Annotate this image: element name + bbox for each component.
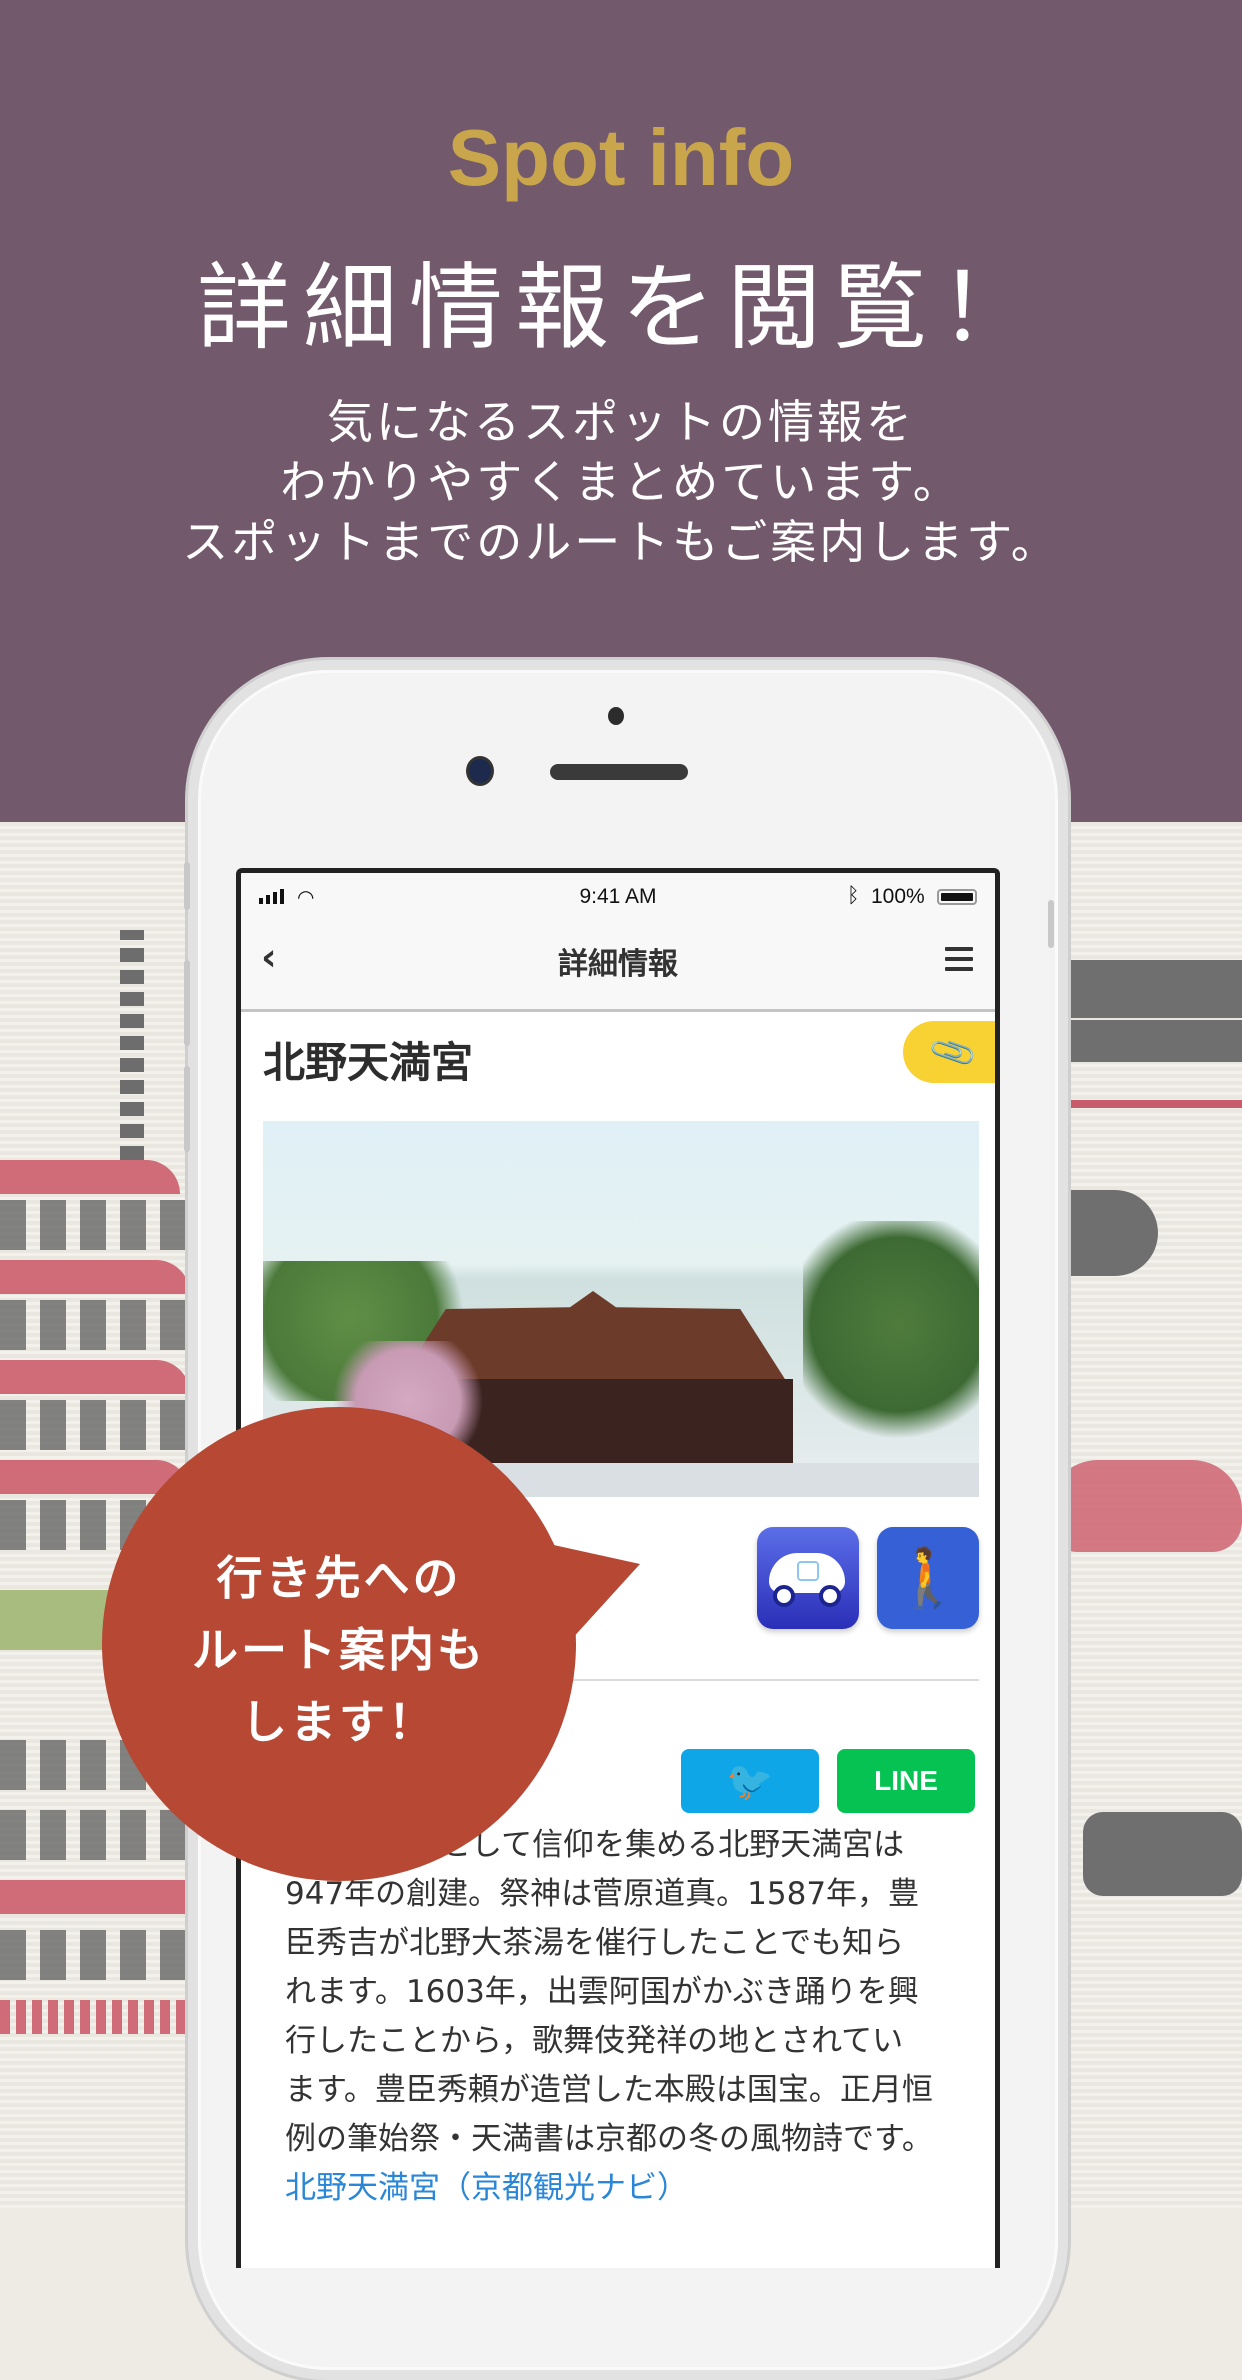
spot-description: 学問の神様として信仰を集める北野天満宮は 947年の創建。祭神は菅原道真。158…: [285, 1821, 975, 2213]
spot-name: 北野天満宮: [263, 1038, 474, 1087]
sweets-band-illustration: [1048, 960, 1242, 1018]
callout-text: 行き先への ルート案内も します！: [102, 1542, 576, 1758]
description-line: ます。豊臣秀頼が造営した本殿は国宝。正月恒: [285, 2072, 933, 2108]
battery-icon: [937, 889, 977, 905]
tin-illustration: [1083, 1812, 1242, 1896]
description-line: 行したことから，歌舞伎発祥の地とされてい: [285, 2023, 904, 2059]
pedestrian-icon: 🚶: [891, 1543, 965, 1612]
car-wheel: [819, 1585, 841, 1607]
callout-line: ルート案内も: [192, 1623, 486, 1677]
pagoda-spire-illustration: [120, 930, 144, 1160]
battery-percent: 100%: [871, 885, 925, 908]
description-line: 例の筆始祭・天満書は京都の冬の風物詩です。: [285, 2121, 933, 2157]
earpiece-speaker: [550, 764, 688, 780]
photo-tree-right: [803, 1221, 979, 1451]
description-line: 947年の創建。祭神は菅原道真。1587年，豊: [285, 1876, 920, 1912]
twitter-bird-icon: 🐦: [726, 1758, 774, 1803]
car-route-button[interactable]: [757, 1527, 859, 1629]
description-line: 臣秀吉が北野大茶湯を催行したことでも知ら: [285, 1925, 905, 1961]
phone-volume-up: [184, 960, 190, 1046]
callout-line: 行き先への: [216, 1551, 462, 1605]
description-line: れます。1603年，出雲阿国がかぶき踊りを興: [285, 1974, 919, 2010]
car-wheel: [773, 1585, 795, 1607]
phone-power-button: [1048, 900, 1054, 948]
hamburger-menu-icon[interactable]: [945, 947, 973, 977]
sweets-band-illustration-2: [1048, 1020, 1242, 1062]
line-share-button[interactable]: LINE: [837, 1749, 975, 1813]
promo-lead-line: 気になるスポットの情報を: [327, 395, 915, 449]
paperclip-icon: 📎: [926, 1025, 980, 1079]
front-camera: [466, 756, 494, 786]
kyoto-navi-link[interactable]: 北野天満宮（京都観光ナビ）: [285, 2164, 975, 2213]
promo-title-jp: 詳細情報を閲覧！: [196, 254, 1045, 363]
mochi-illustration: [1048, 1460, 1242, 1552]
promo-lead: 気になるスポットの情報を わかりやすくまとめています。 スポットまでのルートもご…: [0, 392, 1242, 572]
promo-title-en: Spot info: [447, 113, 795, 202]
walk-route-button[interactable]: 🚶: [877, 1527, 979, 1629]
phone-volume-down: [184, 1066, 190, 1152]
navigation-bar: ‹ 詳細情報: [241, 917, 995, 1012]
status-bar: ◠ 9:41 AM ᛒ 100%: [241, 873, 995, 917]
callout-line: します！: [241, 1695, 437, 1749]
clip-bookmark-button[interactable]: 📎: [903, 1021, 995, 1083]
red-stripe-illustration: [1052, 1100, 1242, 1108]
page-title: 詳細情報: [558, 947, 678, 982]
car-window: [797, 1561, 819, 1581]
phone-mute-switch: [184, 862, 190, 910]
bluetooth-icon: ᛒ: [847, 884, 860, 907]
proximity-sensor: [608, 707, 624, 725]
twitter-share-button[interactable]: 🐦: [681, 1749, 819, 1813]
promo-lead-line: わかりやすくまとめています。: [280, 455, 962, 509]
promo-lead-line: スポットまでのルートもご案内します。: [182, 515, 1060, 569]
